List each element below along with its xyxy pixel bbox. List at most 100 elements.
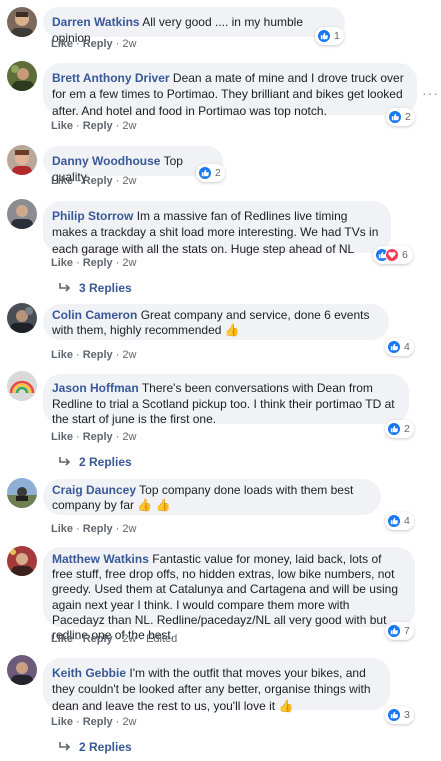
comment-timestamp[interactable]: 2w: [122, 257, 136, 269]
comment-author[interactable]: Keith Gebbie: [52, 666, 126, 680]
like-link[interactable]: Like: [51, 431, 73, 443]
comment-bubble: Philip Storrow Im a massive fan of Redli…: [43, 201, 391, 256]
view-replies-link[interactable]: 2 Replies: [59, 740, 132, 754]
reply-link[interactable]: Reply: [83, 431, 113, 443]
comment-bubble: Colin Cameron Great company and service,…: [43, 304, 389, 340]
like-reaction-icon: [317, 29, 331, 43]
comment-bubble: Jason Hoffman There's been conversations…: [43, 374, 409, 426]
avatar[interactable]: [7, 478, 37, 508]
comment-author[interactable]: Jason Hoffman: [52, 381, 139, 395]
thumbs-up-emoji: 👍: [224, 323, 240, 337]
comment-bubble: Matthew Watkins Fantastic value for mone…: [43, 547, 415, 642]
comment-actions: Like · Reply · 2w: [51, 523, 137, 535]
comment-actions: Like · Reply · 2w: [51, 38, 137, 50]
comment-timestamp[interactable]: 2w: [122, 633, 136, 645]
comment-actions: Like · Reply · 2w: [51, 431, 137, 443]
reply-link[interactable]: Reply: [83, 257, 113, 269]
reaction-count[interactable]: 6: [373, 246, 413, 264]
comment-timestamp[interactable]: 2w: [122, 431, 136, 443]
reaction-count[interactable]: 7: [385, 622, 414, 640]
reaction-count[interactable]: 3: [385, 706, 414, 724]
reaction-number: 1: [334, 30, 340, 42]
reaction-count[interactable]: 2: [196, 164, 225, 182]
like-link[interactable]: Like: [51, 257, 73, 269]
comment-bubble: Keith Gebbie I'm with the outfit that mo…: [43, 658, 390, 713]
comment-timestamp[interactable]: 2w: [122, 175, 136, 187]
comment-author[interactable]: Brett Anthony Driver: [52, 71, 170, 85]
reaction-count[interactable]: 1: [315, 27, 344, 45]
comment-bubble: Brett Anthony Driver Dean a mate of mine…: [43, 63, 417, 118]
like-link[interactable]: Like: [51, 523, 73, 535]
comment-author[interactable]: Danny Woodhouse: [52, 154, 160, 168]
reaction-number: 2: [215, 167, 221, 179]
comment-timestamp[interactable]: 2w: [122, 523, 136, 535]
comment-actions: Like · Reply · 2w: [51, 349, 137, 361]
comment-author[interactable]: Craig Dauncey: [52, 483, 136, 497]
avatar[interactable]: [7, 199, 37, 229]
comment-author[interactable]: Philip Storrow: [52, 209, 133, 223]
avatar[interactable]: [7, 655, 37, 685]
like-reaction-icon: [387, 514, 401, 528]
comment-timestamp[interactable]: 2w: [122, 349, 136, 361]
comment-actions: Like · Reply · 2w · Edited: [51, 633, 178, 645]
like-reaction-icon: [198, 166, 212, 180]
like-reaction-icon: [388, 110, 402, 124]
like-link[interactable]: Like: [51, 38, 73, 50]
comment-timestamp[interactable]: 2w: [122, 716, 136, 728]
avatar[interactable]: [7, 61, 37, 91]
avatar[interactable]: [7, 546, 37, 576]
reply-arrow-icon: [59, 742, 71, 751]
reaction-number: 2: [404, 423, 410, 435]
replies-count: 2 Replies: [79, 455, 132, 469]
comment-timestamp[interactable]: 2w: [122, 120, 136, 132]
avatar[interactable]: [7, 145, 37, 175]
reaction-number: 4: [404, 515, 410, 527]
like-reaction-icon: [387, 422, 401, 436]
replies-count: 3 Replies: [79, 281, 132, 295]
comment-timestamp[interactable]: 2w: [122, 38, 136, 50]
reaction-number: 6: [402, 249, 408, 261]
comment-author[interactable]: Matthew Watkins: [52, 552, 149, 566]
thumbs-up-emoji: 👍: [278, 698, 294, 713]
reply-arrow-icon: [59, 283, 71, 292]
more-options-icon[interactable]: ···: [422, 85, 439, 101]
comment-author[interactable]: Darren Watkins: [52, 15, 140, 29]
view-replies-link[interactable]: 3 Replies: [59, 281, 132, 295]
reaction-number: 2: [405, 111, 411, 123]
reply-link[interactable]: Reply: [83, 716, 113, 728]
like-link[interactable]: Like: [51, 349, 73, 361]
reaction-number: 3: [404, 709, 410, 721]
avatar[interactable]: [7, 303, 37, 333]
comment-bubble: Craig Dauncey Top company done loads wit…: [43, 479, 381, 515]
reply-link[interactable]: Reply: [83, 120, 113, 132]
like-reaction-icon: [387, 340, 401, 354]
thumbs-up-emoji: 👍: [155, 498, 171, 512]
reaction-number: 4: [404, 341, 410, 353]
reply-link[interactable]: Reply: [83, 523, 113, 535]
reaction-number: 7: [404, 625, 410, 637]
edited-label[interactable]: Edited: [146, 633, 177, 645]
like-reaction-icon: [387, 708, 401, 722]
reply-link[interactable]: Reply: [83, 349, 113, 361]
view-replies-link[interactable]: 2 Replies: [59, 455, 132, 469]
avatar[interactable]: [7, 7, 37, 37]
like-reaction-icon: [387, 624, 401, 638]
comment-actions: Like · Reply · 2w: [51, 175, 137, 187]
reaction-count[interactable]: 4: [385, 338, 414, 356]
like-link[interactable]: Like: [51, 120, 73, 132]
reply-link[interactable]: Reply: [83, 633, 113, 645]
avatar[interactable]: [7, 371, 37, 401]
reaction-count[interactable]: 4: [385, 512, 414, 530]
reply-link[interactable]: Reply: [83, 175, 113, 187]
like-link[interactable]: Like: [51, 175, 73, 187]
reaction-count[interactable]: 2: [385, 420, 414, 438]
replies-count: 2 Replies: [79, 740, 132, 754]
comment-actions: Like · Reply · 2w: [51, 716, 137, 728]
thumbs-up-emoji: 👍: [137, 498, 153, 512]
like-link[interactable]: Like: [51, 633, 73, 645]
reply-link[interactable]: Reply: [83, 38, 113, 50]
comment-bubble: Darren Watkins All very good .... in my …: [43, 7, 345, 45]
reaction-count[interactable]: 2: [386, 108, 415, 126]
comment-author[interactable]: Colin Cameron: [52, 308, 137, 322]
like-link[interactable]: Like: [51, 716, 73, 728]
